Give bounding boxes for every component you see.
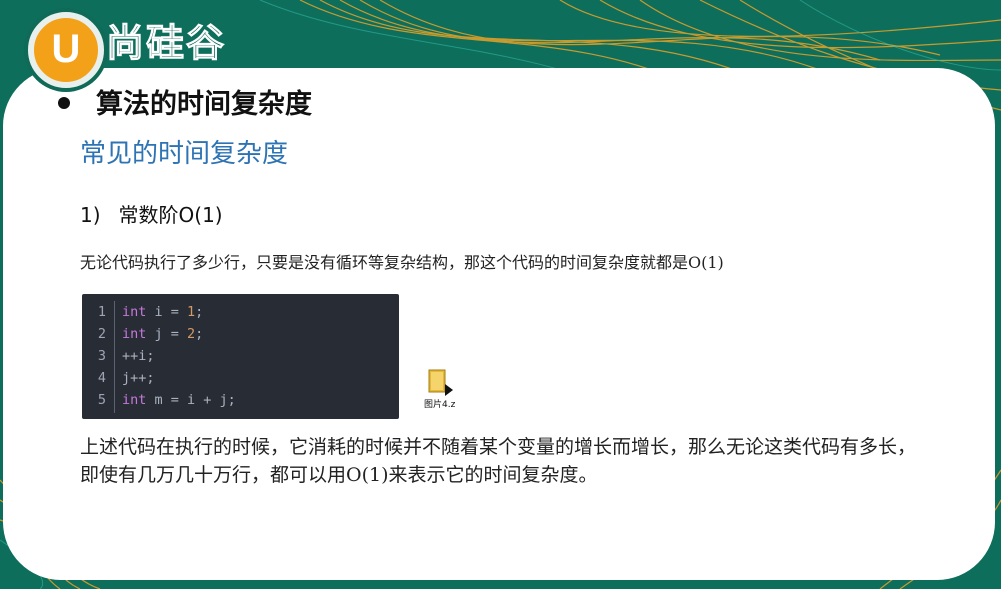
line-number: 4 <box>97 370 106 386</box>
code-text: int i = 1; <box>122 304 204 320</box>
code-keyword: int <box>122 304 147 320</box>
code-text: int m = i + j; <box>122 392 236 408</box>
slide-heading: 算法的时间复杂度 <box>58 82 312 121</box>
item-heading: 1) 常数阶O(1) <box>80 199 223 228</box>
code-line: 3 ++i; <box>82 345 399 367</box>
logo-text: 尚硅谷 <box>105 21 227 66</box>
logo-badge-icon: U <box>28 12 104 88</box>
code-line: 1 int i = 1; <box>82 301 399 323</box>
section-subtitle: 常见的时间复杂度 <box>80 139 289 169</box>
line-number: 2 <box>97 326 106 342</box>
line-number: 3 <box>97 348 106 364</box>
item-title-text: 常数阶O(1) <box>118 203 223 227</box>
code-line: 4 j++; <box>82 367 399 389</box>
logo-badge-letter: U <box>51 27 81 71</box>
code-text: j++; <box>122 370 155 386</box>
code-line: 5 int m = i + j; <box>82 389 399 411</box>
code-line: 2 int j = 2; <box>82 323 399 345</box>
item-number: 1) <box>80 203 101 227</box>
code-text: ++i; <box>122 348 155 364</box>
slide-heading-text: 算法的时间复杂度 <box>96 89 312 120</box>
brand-logo: U 尚硅谷 <box>20 8 260 88</box>
line-number: 5 <box>97 392 106 408</box>
explanation-paragraph: 上述代码在执行的时候，它消耗的时候并不随着某个变量的增长而增长，那么无论这类代码… <box>80 436 917 486</box>
description-text: 无论代码执行了多少行，只要是没有循环等复杂结构，那这个代码的时间复杂度就都是O(… <box>80 253 724 272</box>
code-keyword: int <box>122 326 147 342</box>
bullet-icon <box>58 96 70 109</box>
code-block: 1 int i = 1; 2 int j = 2; 3 ++i; 4 j++; … <box>82 294 399 419</box>
code-text: int j = 2; <box>122 326 204 342</box>
code-keyword: int <box>122 392 147 408</box>
file-label[interactable]: 图片4.z <box>424 397 455 410</box>
code-number: 1 <box>187 304 196 320</box>
line-number: 1 <box>97 304 106 320</box>
code-number: 2 <box>187 326 196 342</box>
